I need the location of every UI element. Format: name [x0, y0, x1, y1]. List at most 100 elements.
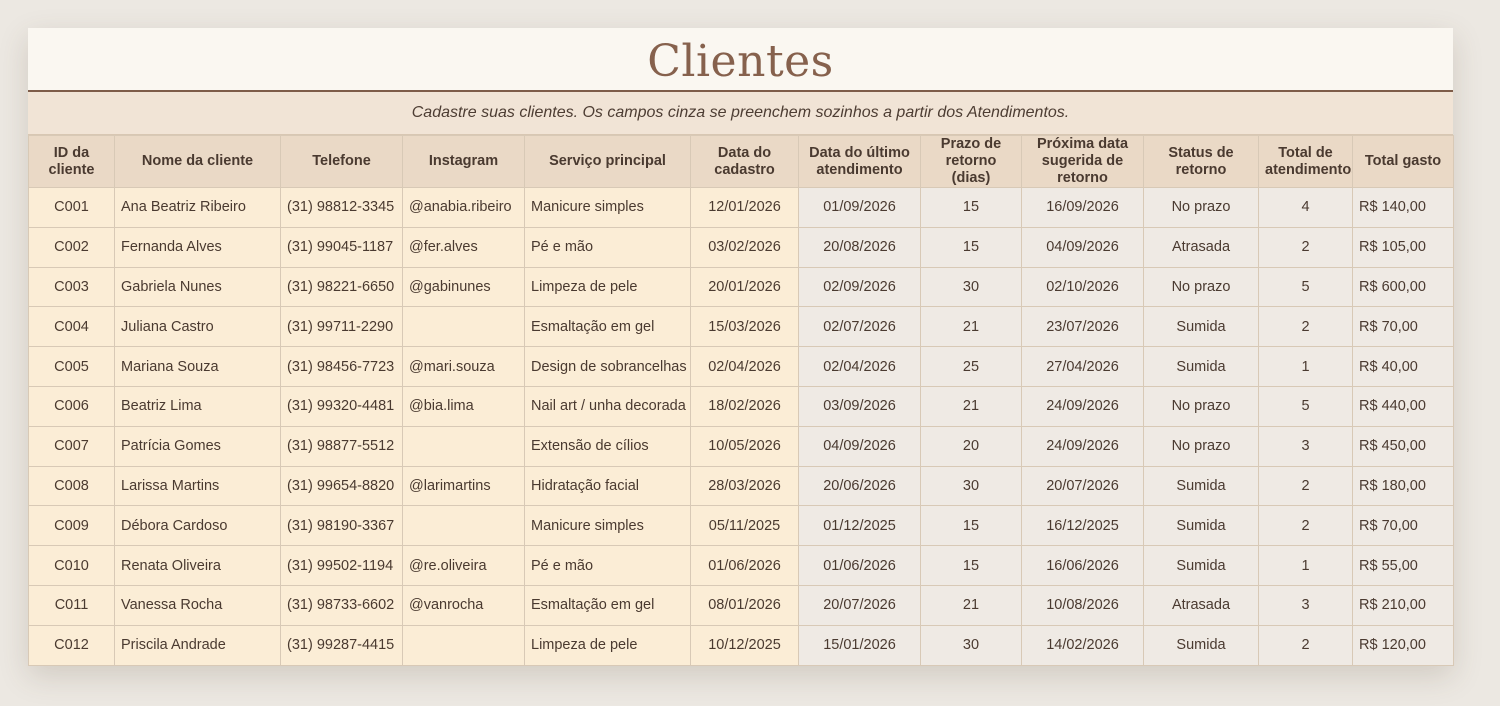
cell-id[interactable]: C007 [28, 425, 115, 467]
cell-id[interactable]: C011 [28, 584, 115, 626]
cell-name[interactable]: Gabriela Nunes [114, 266, 281, 308]
cell-last-visit[interactable]: 01/12/2025 [798, 505, 921, 547]
cell-last-visit[interactable]: 02/07/2026 [798, 306, 921, 348]
cell-total-visits[interactable]: 3 [1258, 584, 1353, 626]
cell-signup-date[interactable]: 02/04/2026 [690, 346, 799, 387]
cell-total-visits[interactable]: 1 [1258, 545, 1353, 586]
cell-next-return[interactable]: 16/12/2025 [1021, 505, 1144, 547]
cell-instagram[interactable]: @bia.lima [402, 385, 525, 427]
cell-instagram[interactable]: @gabinunes [402, 266, 525, 308]
cell-total-visits[interactable]: 2 [1258, 624, 1353, 666]
cell-total-visits[interactable]: 2 [1258, 306, 1353, 348]
cell-signup-date[interactable]: 10/12/2025 [690, 624, 799, 666]
cell-return-status[interactable]: Atrasada [1143, 226, 1259, 268]
cell-signup-date[interactable]: 03/02/2026 [690, 226, 799, 268]
cell-signup-date[interactable]: 12/01/2026 [690, 187, 799, 228]
cell-total-spent[interactable]: R$ 450,00 [1352, 425, 1454, 467]
cell-name[interactable]: Larissa Martins [114, 465, 281, 507]
cell-return-days[interactable]: 15 [920, 187, 1022, 228]
column-header-return-status[interactable]: Status de retorno [1143, 135, 1259, 188]
cell-return-days[interactable]: 30 [920, 465, 1022, 507]
column-header-next-return[interactable]: Próxima data sugerida de retorno [1021, 135, 1144, 188]
cell-total-spent[interactable]: R$ 210,00 [1352, 584, 1454, 626]
cell-total-spent[interactable]: R$ 70,00 [1352, 306, 1454, 348]
cell-service[interactable]: Esmaltação em gel [524, 584, 691, 626]
cell-next-return[interactable]: 24/09/2026 [1021, 385, 1144, 427]
cell-instagram[interactable] [402, 425, 525, 467]
cell-total-spent[interactable]: R$ 600,00 [1352, 266, 1454, 308]
cell-service[interactable]: Pé e mão [524, 545, 691, 586]
column-header-return-days[interactable]: Prazo de retorno (dias) [920, 135, 1022, 188]
cell-return-days[interactable]: 30 [920, 624, 1022, 666]
cell-total-visits[interactable]: 3 [1258, 425, 1353, 467]
cell-return-status[interactable]: Sumida [1143, 545, 1259, 586]
column-header-signup-date[interactable]: Data do cadastro [690, 135, 799, 188]
cell-signup-date[interactable]: 05/11/2025 [690, 505, 799, 547]
cell-id[interactable]: C008 [28, 465, 115, 507]
cell-signup-date[interactable]: 10/05/2026 [690, 425, 799, 467]
cell-phone[interactable]: (31) 99711-2290 [280, 306, 403, 348]
cell-total-spent[interactable]: R$ 105,00 [1352, 226, 1454, 268]
cell-total-visits[interactable]: 2 [1258, 465, 1353, 507]
cell-next-return[interactable]: 20/07/2026 [1021, 465, 1144, 507]
cell-service[interactable]: Pé e mão [524, 226, 691, 268]
cell-return-status[interactable]: Sumida [1143, 624, 1259, 666]
cell-last-visit[interactable]: 03/09/2026 [798, 385, 921, 427]
cell-phone[interactable]: (31) 99320-4481 [280, 385, 403, 427]
cell-last-visit[interactable]: 01/06/2026 [798, 545, 921, 586]
cell-return-days[interactable]: 20 [920, 425, 1022, 467]
column-header-last-visit[interactable]: Data do último atendimento [798, 135, 921, 188]
cell-instagram[interactable]: @anabia.ribeiro [402, 187, 525, 228]
cell-phone[interactable]: (31) 98733-6602 [280, 584, 403, 626]
cell-phone[interactable]: (31) 98190-3367 [280, 505, 403, 547]
cell-service[interactable]: Design de sobrancelhas [524, 346, 691, 387]
cell-total-spent[interactable]: R$ 40,00 [1352, 346, 1454, 387]
cell-id[interactable]: C001 [28, 187, 115, 228]
cell-signup-date[interactable]: 15/03/2026 [690, 306, 799, 348]
cell-total-spent[interactable]: R$ 55,00 [1352, 545, 1454, 586]
cell-total-visits[interactable]: 1 [1258, 346, 1353, 387]
cell-id[interactable]: C005 [28, 346, 115, 387]
column-header-total-visits[interactable]: Total de atendimentos [1258, 135, 1353, 188]
cell-return-days[interactable]: 30 [920, 266, 1022, 308]
cell-last-visit[interactable]: 04/09/2026 [798, 425, 921, 467]
cell-return-status[interactable]: No prazo [1143, 187, 1259, 228]
cell-name[interactable]: Fernanda Alves [114, 226, 281, 268]
cell-phone[interactable]: (31) 98221-6650 [280, 266, 403, 308]
cell-name[interactable]: Mariana Souza [114, 346, 281, 387]
cell-name[interactable]: Vanessa Rocha [114, 584, 281, 626]
cell-name[interactable]: Renata Oliveira [114, 545, 281, 586]
cell-return-days[interactable]: 21 [920, 385, 1022, 427]
cell-last-visit[interactable]: 01/09/2026 [798, 187, 921, 228]
cell-phone[interactable]: (31) 98877-5512 [280, 425, 403, 467]
cell-instagram[interactable] [402, 624, 525, 666]
cell-total-spent[interactable]: R$ 180,00 [1352, 465, 1454, 507]
cell-instagram[interactable]: @mari.souza [402, 346, 525, 387]
cell-last-visit[interactable]: 15/01/2026 [798, 624, 921, 666]
cell-next-return[interactable]: 14/02/2026 [1021, 624, 1144, 666]
cell-service[interactable]: Manicure simples [524, 505, 691, 547]
cell-return-days[interactable]: 21 [920, 584, 1022, 626]
cell-name[interactable]: Juliana Castro [114, 306, 281, 348]
cell-service[interactable]: Esmaltação em gel [524, 306, 691, 348]
cell-next-return[interactable]: 16/09/2026 [1021, 187, 1144, 228]
cell-return-status[interactable]: Sumida [1143, 306, 1259, 348]
cell-phone[interactable]: (31) 99654-8820 [280, 465, 403, 507]
cell-last-visit[interactable]: 02/09/2026 [798, 266, 921, 308]
cell-service[interactable]: Extensão de cílios [524, 425, 691, 467]
cell-instagram[interactable]: @fer.alves [402, 226, 525, 268]
cell-instagram[interactable] [402, 505, 525, 547]
cell-phone[interactable]: (31) 99502-1194 [280, 545, 403, 586]
cell-total-spent[interactable]: R$ 120,00 [1352, 624, 1454, 666]
column-header-total-spent[interactable]: Total gasto [1352, 135, 1454, 188]
cell-last-visit[interactable]: 20/08/2026 [798, 226, 921, 268]
cell-name[interactable]: Beatriz Lima [114, 385, 281, 427]
cell-total-visits[interactable]: 2 [1258, 505, 1353, 547]
cell-name[interactable]: Priscila Andrade [114, 624, 281, 666]
cell-id[interactable]: C002 [28, 226, 115, 268]
cell-next-return[interactable]: 27/04/2026 [1021, 346, 1144, 387]
column-header-phone[interactable]: Telefone [280, 135, 403, 188]
cell-instagram[interactable]: @vanrocha [402, 584, 525, 626]
cell-name[interactable]: Débora Cardoso [114, 505, 281, 547]
cell-last-visit[interactable]: 02/04/2026 [798, 346, 921, 387]
